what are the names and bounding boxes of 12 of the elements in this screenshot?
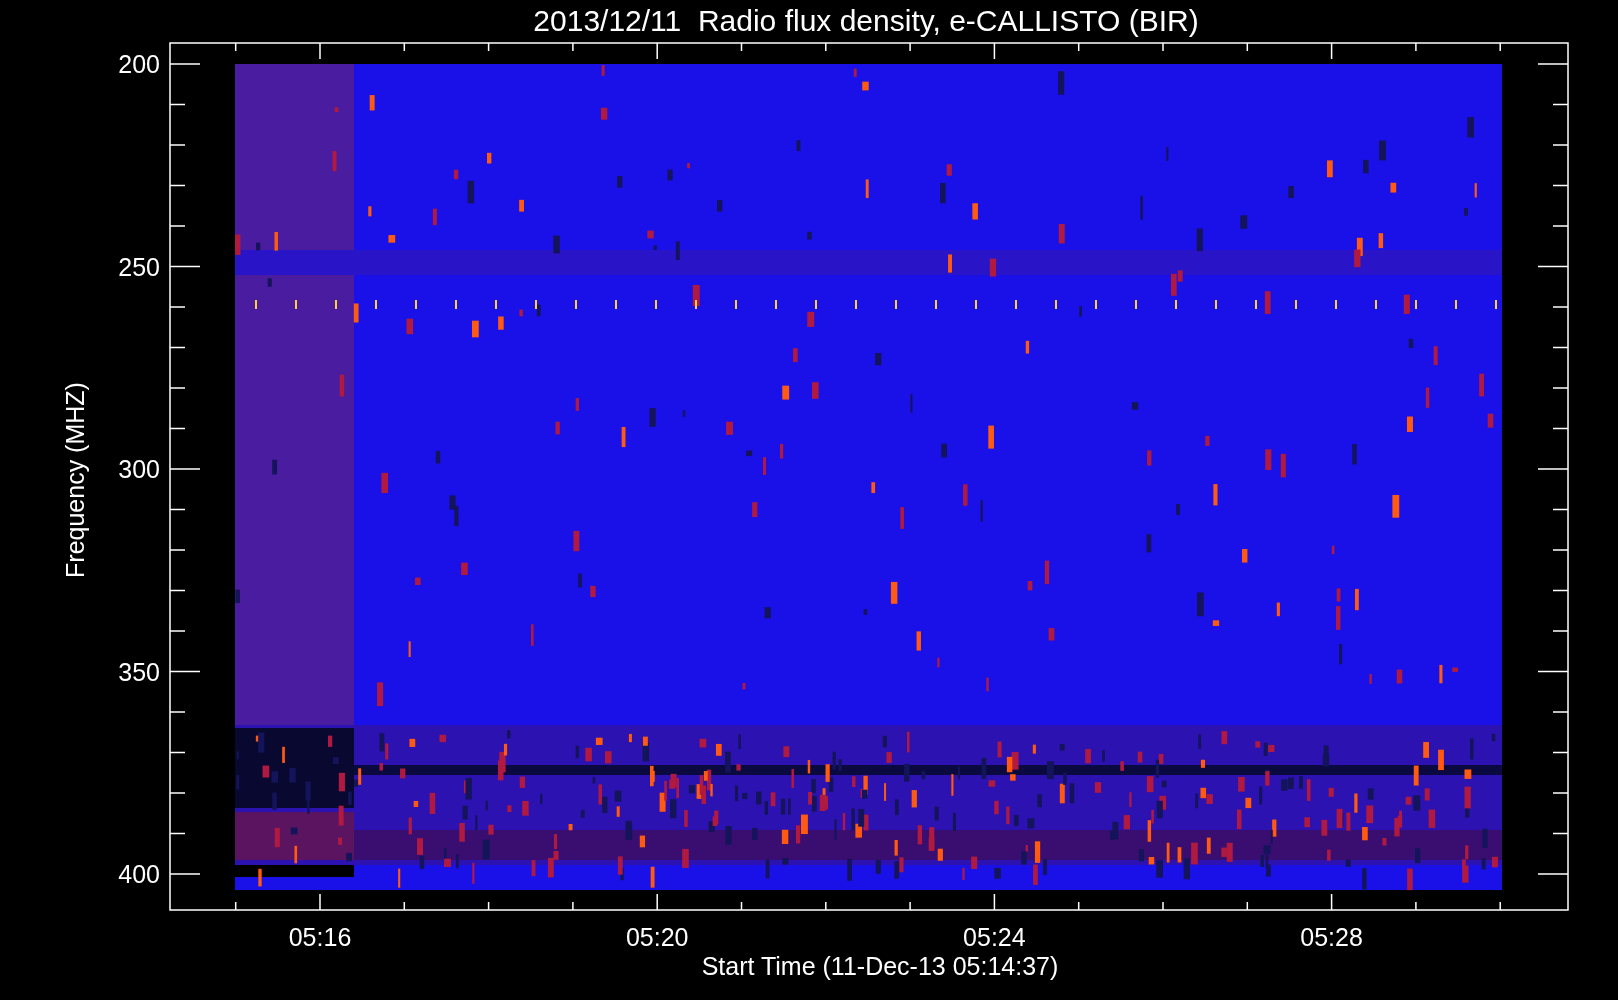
y-tick-label: 300 bbox=[118, 455, 160, 483]
y-tick-label: 200 bbox=[118, 50, 160, 78]
y-tick-label: 250 bbox=[118, 252, 160, 281]
x-tick-label: 05:20 bbox=[625, 923, 689, 951]
x-tick-label: 05:28 bbox=[1300, 923, 1363, 951]
x-tick-label: 05:16 bbox=[288, 923, 352, 951]
y-tick-label: 350 bbox=[118, 657, 160, 686]
y-axis-label: Frequency (MHZ) bbox=[61, 382, 89, 578]
y-tick-label: 400 bbox=[118, 860, 160, 888]
x-tick-label: 05:24 bbox=[963, 923, 1026, 951]
x-axis-label: Start Time (11-Dec-13 05:14:37) bbox=[701, 952, 1059, 980]
chart-title: 2013/12/11 Radio flux density, e-CALLISTO (BIR) bbox=[533, 4, 1199, 37]
